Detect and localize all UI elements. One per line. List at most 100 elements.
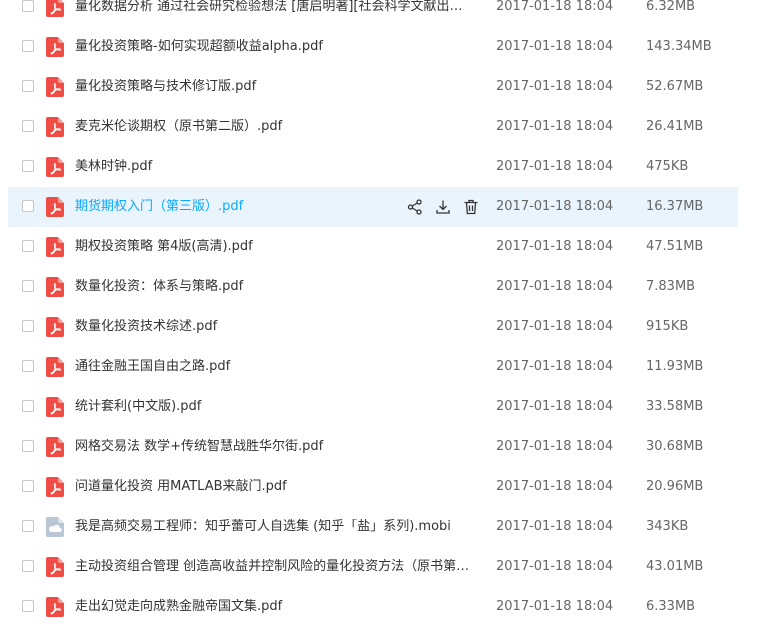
pdf-file-icon: [46, 477, 64, 497]
row-checkbox[interactable]: [22, 480, 34, 492]
file-size: 26.41MB: [646, 119, 704, 134]
row-checkbox[interactable]: [22, 560, 34, 572]
file-modified-date: 2017-01-18 18:04: [496, 0, 614, 14]
file-modified-date: 2017-01-18 18:04: [496, 359, 614, 374]
file-size: 6.33MB: [646, 599, 696, 614]
pdf-file-icon: [46, 357, 64, 377]
pdf-file-icon: [46, 437, 64, 457]
file-modified-date: 2017-01-18 18:04: [496, 439, 614, 454]
file-size: 7.83MB: [646, 279, 696, 294]
file-modified-date: 2017-01-18 18:04: [496, 559, 614, 574]
row-checkbox[interactable]: [22, 240, 34, 252]
file-row[interactable]: 我是高频交易工程师：知乎蕾可人自选集 (知乎「盐」系列).mobi 2017-0…: [0, 507, 760, 547]
file-row[interactable]: 问道量化投资 用MATLAB来敲门.pdf 2017-01-18 18:04 2…: [0, 467, 760, 507]
file-size: 52.67MB: [646, 79, 704, 94]
file-size: 475KB: [646, 159, 689, 174]
file-modified-date: 2017-01-18 18:04: [496, 399, 614, 414]
file-row[interactable]: 麦克米伦谈期权（原书第二版）.pdf 2017-01-18 18:04 26.4…: [0, 107, 760, 147]
row-checkbox[interactable]: [22, 600, 34, 612]
file-name[interactable]: 量化投资策略与技术修订版.pdf: [75, 79, 475, 95]
file-name[interactable]: 美林时钟.pdf: [75, 159, 475, 175]
pdf-file-icon: [46, 317, 64, 337]
row-checkbox[interactable]: [22, 520, 34, 532]
file-size: 16.37MB: [646, 199, 704, 214]
file-size: 6.32MB: [646, 0, 696, 14]
file-row[interactable]: 统计套利(中文版).pdf 2017-01-18 18:04 33.58MB: [0, 387, 760, 427]
file-modified-date: 2017-01-18 18:04: [496, 479, 614, 494]
download-icon[interactable]: [434, 198, 452, 216]
delete-icon[interactable]: [462, 198, 480, 216]
file-row[interactable]: 期货期权入门（第三版）.pdf 2017-01-18 18:04 16.37MB: [0, 187, 760, 227]
file-size: 47.51MB: [646, 239, 704, 254]
pdf-file-icon: [46, 37, 64, 57]
file-modified-date: 2017-01-18 18:04: [496, 599, 614, 614]
row-checkbox[interactable]: [22, 0, 34, 12]
file-name[interactable]: 量化数据分析 通过社会研究检验想法 [唐启明著][社会科学文献出版社][2016…: [75, 0, 475, 15]
pdf-file-icon: [46, 0, 64, 17]
row-checkbox[interactable]: [22, 80, 34, 92]
pdf-file-icon: [46, 197, 64, 217]
file-modified-date: 2017-01-18 18:04: [496, 159, 614, 174]
pdf-file-icon: [46, 237, 64, 257]
file-row[interactable]: 量化投资策略与技术修订版.pdf 2017-01-18 18:04 52.67M…: [0, 67, 760, 107]
file-size: 915KB: [646, 319, 689, 334]
file-row[interactable]: 量化数据分析 通过社会研究检验想法 [唐启明著][社会科学文献出版社][2016…: [0, 0, 760, 27]
row-checkbox[interactable]: [22, 440, 34, 452]
file-name[interactable]: 统计套利(中文版).pdf: [75, 399, 475, 415]
file-row[interactable]: 网格交易法 数学+传统智慧战胜华尔街.pdf 2017-01-18 18:04 …: [0, 427, 760, 467]
file-name[interactable]: 期货期权入门（第三版）.pdf: [75, 199, 395, 215]
pdf-file-icon: [46, 397, 64, 417]
file-name[interactable]: 数量化投资：体系与策略.pdf: [75, 279, 475, 295]
file-row[interactable]: 主动投资组合管理 创造高收益并控制风险的量化投资方法（原书第2版）(... 20…: [0, 547, 760, 587]
file-modified-date: 2017-01-18 18:04: [496, 319, 614, 334]
file-name[interactable]: 主动投资组合管理 创造高收益并控制风险的量化投资方法（原书第2版）(...: [75, 559, 475, 575]
row-checkbox[interactable]: [22, 400, 34, 412]
row-checkbox[interactable]: [22, 360, 34, 372]
file-modified-date: 2017-01-18 18:04: [496, 119, 614, 134]
file-size: 143.34MB: [646, 39, 712, 54]
file-modified-date: 2017-01-18 18:04: [496, 79, 614, 94]
file-name[interactable]: 我是高频交易工程师：知乎蕾可人自选集 (知乎「盐」系列).mobi: [75, 519, 475, 535]
pdf-file-icon: [46, 597, 64, 617]
file-size: 343KB: [646, 519, 689, 534]
file-row[interactable]: 通往金融王国自由之路.pdf 2017-01-18 18:04 11.93MB: [0, 347, 760, 387]
pdf-file-icon: [46, 277, 64, 297]
file-modified-date: 2017-01-18 18:04: [496, 39, 614, 54]
file-size: 30.68MB: [646, 439, 704, 454]
row-checkbox[interactable]: [22, 200, 34, 212]
file-size: 11.93MB: [646, 359, 704, 374]
file-size: 33.58MB: [646, 399, 704, 414]
file-row[interactable]: 走出幻觉走向成熟金融帝国文集.pdf 2017-01-18 18:04 6.33…: [0, 587, 760, 627]
file-name[interactable]: 数量化投资技术综述.pdf: [75, 319, 475, 335]
file-row[interactable]: 量化投资策略-如何实现超额收益alpha.pdf 2017-01-18 18:0…: [0, 27, 760, 67]
share-icon[interactable]: [406, 198, 424, 216]
row-checkbox[interactable]: [22, 320, 34, 332]
file-size: 20.96MB: [646, 479, 704, 494]
file-row[interactable]: 期权投资策略 第4版(高清).pdf 2017-01-18 18:04 47.5…: [0, 227, 760, 267]
file-size: 43.01MB: [646, 559, 704, 574]
row-checkbox[interactable]: [22, 280, 34, 292]
file-modified-date: 2017-01-18 18:04: [496, 279, 614, 294]
file-name[interactable]: 走出幻觉走向成熟金融帝国文集.pdf: [75, 599, 475, 615]
file-name[interactable]: 通往金融王国自由之路.pdf: [75, 359, 475, 375]
file-row[interactable]: 数量化投资：体系与策略.pdf 2017-01-18 18:04 7.83MB: [0, 267, 760, 307]
row-checkbox[interactable]: [22, 120, 34, 132]
file-name[interactable]: 麦克米伦谈期权（原书第二版）.pdf: [75, 119, 475, 135]
row-checkbox[interactable]: [22, 160, 34, 172]
file-modified-date: 2017-01-18 18:04: [496, 519, 614, 534]
file-list: 量化数据分析 通过社会研究检验想法 [唐启明著][社会科学文献出版社][2016…: [0, 0, 760, 627]
row-checkbox[interactable]: [22, 40, 34, 52]
pdf-file-icon: [46, 117, 64, 137]
file-row[interactable]: 数量化投资技术综述.pdf 2017-01-18 18:04 915KB: [0, 307, 760, 347]
pdf-file-icon: [46, 557, 64, 577]
ebook-file-icon: [46, 517, 64, 537]
pdf-file-icon: [46, 77, 64, 97]
file-name[interactable]: 网格交易法 数学+传统智慧战胜华尔街.pdf: [75, 439, 475, 455]
file-modified-date: 2017-01-18 18:04: [496, 199, 614, 214]
file-name[interactable]: 期权投资策略 第4版(高清).pdf: [75, 239, 475, 255]
pdf-file-icon: [46, 157, 64, 177]
file-row[interactable]: 美林时钟.pdf 2017-01-18 18:04 475KB: [0, 147, 760, 187]
file-name[interactable]: 量化投资策略-如何实现超额收益alpha.pdf: [75, 39, 475, 55]
file-name[interactable]: 问道量化投资 用MATLAB来敲门.pdf: [75, 479, 475, 495]
file-modified-date: 2017-01-18 18:04: [496, 239, 614, 254]
